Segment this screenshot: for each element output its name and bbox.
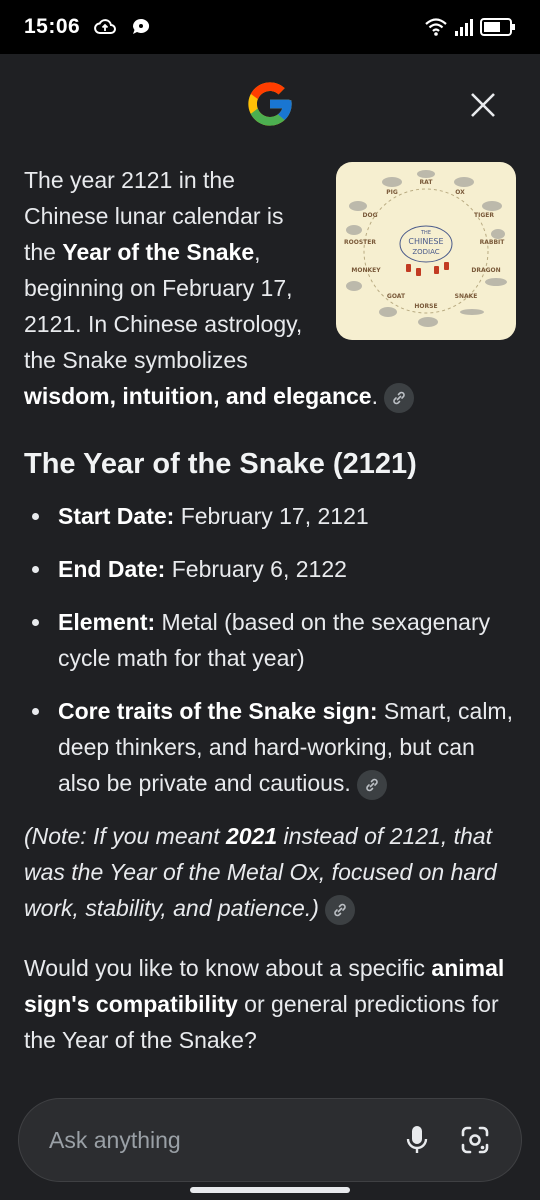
google-g-logo bbox=[248, 82, 292, 126]
ask-bar bbox=[18, 1098, 522, 1182]
status-time: 15:06 bbox=[24, 15, 81, 38]
wifi-icon bbox=[425, 18, 447, 36]
home-indicator[interactable] bbox=[190, 1187, 350, 1193]
svg-text:SNAKE: SNAKE bbox=[455, 293, 478, 300]
follow-up-question: Would you like to know about a specific … bbox=[24, 955, 505, 1053]
year-of-snake-emphasis: Year of the Snake bbox=[62, 239, 255, 265]
answer-content: The year 2121 in the Chinese lunar calen… bbox=[24, 162, 519, 1058]
section-heading: The Year of the Snake (2121) bbox=[24, 448, 417, 480]
status-bar: 15:06 bbox=[0, 0, 540, 54]
svg-text:HORSE: HORSE bbox=[414, 303, 437, 310]
source-link-chip[interactable] bbox=[356, 769, 387, 800]
close-icon bbox=[471, 93, 495, 117]
sheet-header bbox=[0, 54, 540, 154]
note-paragraph: (Note: If you meant 2021 instead of 2121… bbox=[24, 818, 519, 926]
close-button[interactable] bbox=[460, 82, 506, 128]
lens-button[interactable] bbox=[451, 1116, 499, 1164]
ask-input[interactable] bbox=[49, 1126, 383, 1154]
svg-text:RABBIT: RABBIT bbox=[480, 239, 506, 246]
cloud-sync-icon bbox=[94, 19, 117, 34]
intro-section: The year 2121 in the Chinese lunar calen… bbox=[24, 162, 519, 432]
lens-camera-icon bbox=[461, 1126, 489, 1154]
svg-text:DRAGON: DRAGON bbox=[471, 267, 500, 274]
list-item: End Date: February 6, 2122 bbox=[24, 551, 519, 587]
chat-bubble-icon bbox=[133, 18, 150, 34]
svg-text:THE: THE bbox=[420, 230, 431, 236]
link-icon bbox=[334, 903, 346, 917]
source-link-chip[interactable] bbox=[384, 382, 414, 413]
list-item: Element: Metal (based on the sexagenary … bbox=[24, 604, 519, 676]
svg-text:CHINESE: CHINESE bbox=[408, 237, 443, 246]
list-item: Start Date: February 17, 2121 bbox=[24, 498, 519, 534]
chinese-zodiac-image[interactable]: RAT OX TIGER RABBIT DRAGON SNAKE HORSE G… bbox=[336, 162, 516, 340]
link-icon bbox=[366, 778, 378, 792]
svg-text:OX: OX bbox=[455, 189, 465, 196]
link-icon bbox=[393, 391, 405, 405]
mic-button[interactable] bbox=[393, 1116, 441, 1164]
svg-text:MONKEY: MONKEY bbox=[351, 267, 381, 274]
intro-paragraph-end: wisdom, intuition, and elegance. bbox=[24, 378, 519, 414]
svg-text:TIGER: TIGER bbox=[474, 212, 494, 219]
battery-icon bbox=[480, 18, 515, 36]
svg-text:ZODIAC: ZODIAC bbox=[412, 248, 439, 256]
mic-icon bbox=[406, 1126, 428, 1153]
svg-text:ROOSTER: ROOSTER bbox=[344, 239, 376, 246]
list-item: Core traits of the Snake sign: Smart, ca… bbox=[24, 693, 519, 801]
answer-sheet: The year 2121 in the Chinese lunar calen… bbox=[0, 54, 540, 1200]
zodiac-wheel-illustration: RAT OX TIGER RABBIT DRAGON SNAKE HORSE G… bbox=[344, 170, 507, 327]
svg-text:RAT: RAT bbox=[420, 179, 434, 186]
facts-list: Start Date: February 17, 2121 End Date: … bbox=[24, 498, 519, 801]
svg-text:DOG: DOG bbox=[362, 212, 377, 219]
source-link-chip[interactable] bbox=[324, 894, 355, 925]
snake-traits-emphasis: wisdom, intuition, and elegance bbox=[24, 383, 372, 409]
intro-paragraph: The year 2121 in the Chinese lunar calen… bbox=[24, 167, 303, 373]
svg-text:GOAT: GOAT bbox=[387, 293, 406, 300]
svg-text:PIG: PIG bbox=[386, 189, 398, 196]
signal-icon bbox=[455, 19, 473, 36]
